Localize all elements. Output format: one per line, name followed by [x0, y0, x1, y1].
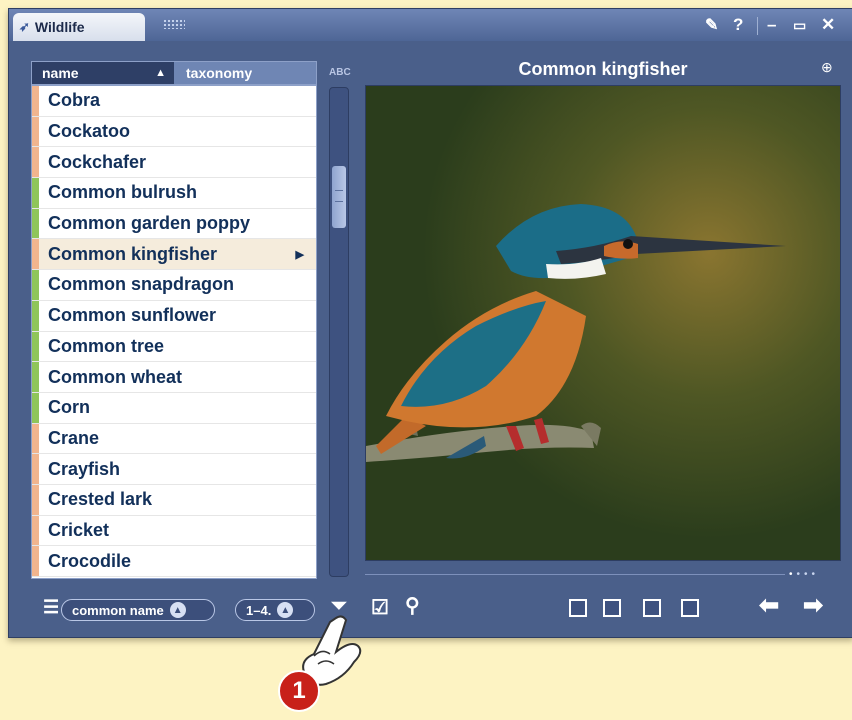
page-indicator-dots[interactable]: ••••: [789, 569, 819, 580]
close-icon[interactable]: ✕: [821, 15, 835, 35]
list-item-selected[interactable]: Common kingfisher ▶: [32, 239, 316, 271]
category-marker: [32, 178, 39, 208]
detail-title: Common kingfisher: [518, 59, 688, 79]
name-column-header[interactable]: name ▲: [32, 62, 174, 84]
kingfisher-illustration: [366, 86, 840, 560]
app-tab[interactable]: ➶ Wildlife: [13, 13, 145, 41]
list-item[interactable]: Cobra: [32, 86, 316, 117]
entry-list: Cobra Cockatoo Cockchafer Common bulrush…: [31, 85, 317, 579]
list-item[interactable]: Crocodile: [32, 546, 316, 577]
text-view-icon[interactable]: [603, 599, 621, 617]
scrollbar-thumb[interactable]: [332, 166, 346, 228]
list-view-icon[interactable]: ☰: [43, 597, 59, 618]
category-marker: [32, 362, 39, 392]
sort-ascending-icon: ▲: [155, 67, 166, 79]
title-bar: ➶ Wildlife ✎ ? – ▭ ✕: [9, 9, 852, 41]
pin-icon[interactable]: ✎: [705, 15, 718, 35]
list-item[interactable]: Crested lark: [32, 484, 316, 516]
entry-list-panel: name ▲ taxonomy Cobra Cockatoo Cockchafe…: [31, 61, 317, 579]
title-divider: [757, 17, 758, 35]
app-window: ➶ Wildlife ✎ ? – ▭ ✕ name ▲ taxonomy Cob…: [8, 8, 852, 638]
help-icon[interactable]: ?: [733, 15, 743, 35]
fullscreen-icon[interactable]: [681, 599, 699, 617]
category-marker: [32, 515, 39, 546]
list-item[interactable]: Common snapdragon: [32, 270, 316, 301]
chevron-up-icon: ▲: [277, 602, 294, 618]
category-marker: [32, 423, 39, 454]
list-item[interactable]: Cricket: [32, 515, 316, 547]
category-marker: [32, 208, 39, 239]
category-marker: [32, 147, 39, 178]
category-marker: [32, 454, 39, 484]
back-arrow-icon[interactable]: ⬅: [759, 591, 779, 620]
bottom-toolbar: ☰ common name ▲ 1–4. ▲ ⏷ ☑ ⚲ ⬅ ➡: [9, 589, 852, 635]
step-callout-badge: 1: [278, 670, 320, 712]
list-item[interactable]: Crayfish: [32, 454, 316, 485]
grip-icon[interactable]: [163, 19, 185, 29]
list-scrollbar[interactable]: [329, 87, 349, 577]
category-marker: [32, 270, 39, 300]
category-marker: [32, 239, 39, 270]
minimize-icon[interactable]: –: [767, 15, 776, 35]
list-item[interactable]: Corn: [32, 392, 316, 424]
list-header: name ▲ taxonomy: [31, 61, 317, 85]
list-item[interactable]: Common tree: [32, 331, 316, 363]
category-marker: [32, 331, 39, 362]
zoom-in-icon[interactable]: ⊕: [821, 59, 833, 76]
chevron-up-icon: ▲: [169, 602, 186, 618]
grid-view-icon[interactable]: [569, 599, 587, 617]
category-marker: [32, 116, 39, 147]
category-marker: [32, 300, 39, 331]
list-item[interactable]: Common wheat: [32, 362, 316, 393]
image-view-icon[interactable]: [643, 599, 661, 617]
category-marker: [32, 546, 39, 576]
category-marker: [32, 392, 39, 423]
search-icon[interactable]: ⚲: [405, 593, 420, 618]
alphabet-index-label: ABC: [329, 67, 351, 78]
list-item[interactable]: Common garden poppy: [32, 208, 316, 240]
sort-field-dropdown[interactable]: common name ▲: [61, 599, 215, 621]
taxonomy-column-header[interactable]: taxonomy: [174, 62, 316, 84]
list-item[interactable]: Cockchafer: [32, 147, 316, 179]
slideshow-progress-line: [365, 574, 785, 575]
forward-arrow-icon[interactable]: ➡: [803, 591, 823, 620]
list-item[interactable]: Cockatoo: [32, 116, 316, 148]
kingfisher-photo[interactable]: [365, 85, 841, 561]
play-arrow-icon: ▶: [295, 248, 304, 261]
list-item[interactable]: Common bulrush: [32, 178, 316, 209]
category-marker: [32, 484, 39, 515]
app-title: Wildlife: [34, 19, 85, 35]
wand-icon: ➶: [19, 19, 30, 34]
list-item[interactable]: Common sunflower: [32, 300, 316, 332]
maximize-icon[interactable]: ▭: [793, 17, 806, 34]
category-marker: [32, 86, 39, 116]
list-item[interactable]: Crane: [32, 423, 316, 455]
